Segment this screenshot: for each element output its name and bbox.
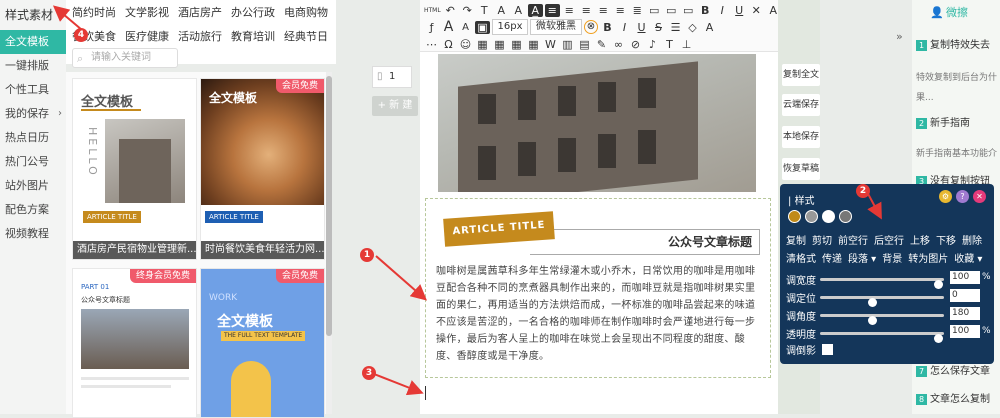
annotation-arrow xyxy=(375,255,428,301)
annotation-marker: 1 xyxy=(360,248,374,262)
annotation-marker: 2 xyxy=(856,184,870,198)
annotation-arrows xyxy=(52,5,882,396)
annotation-arrow xyxy=(373,373,424,396)
annotation-arrow xyxy=(52,5,83,31)
annotation-marker: 3 xyxy=(362,366,376,380)
annotation-marker: 4 xyxy=(74,28,88,42)
